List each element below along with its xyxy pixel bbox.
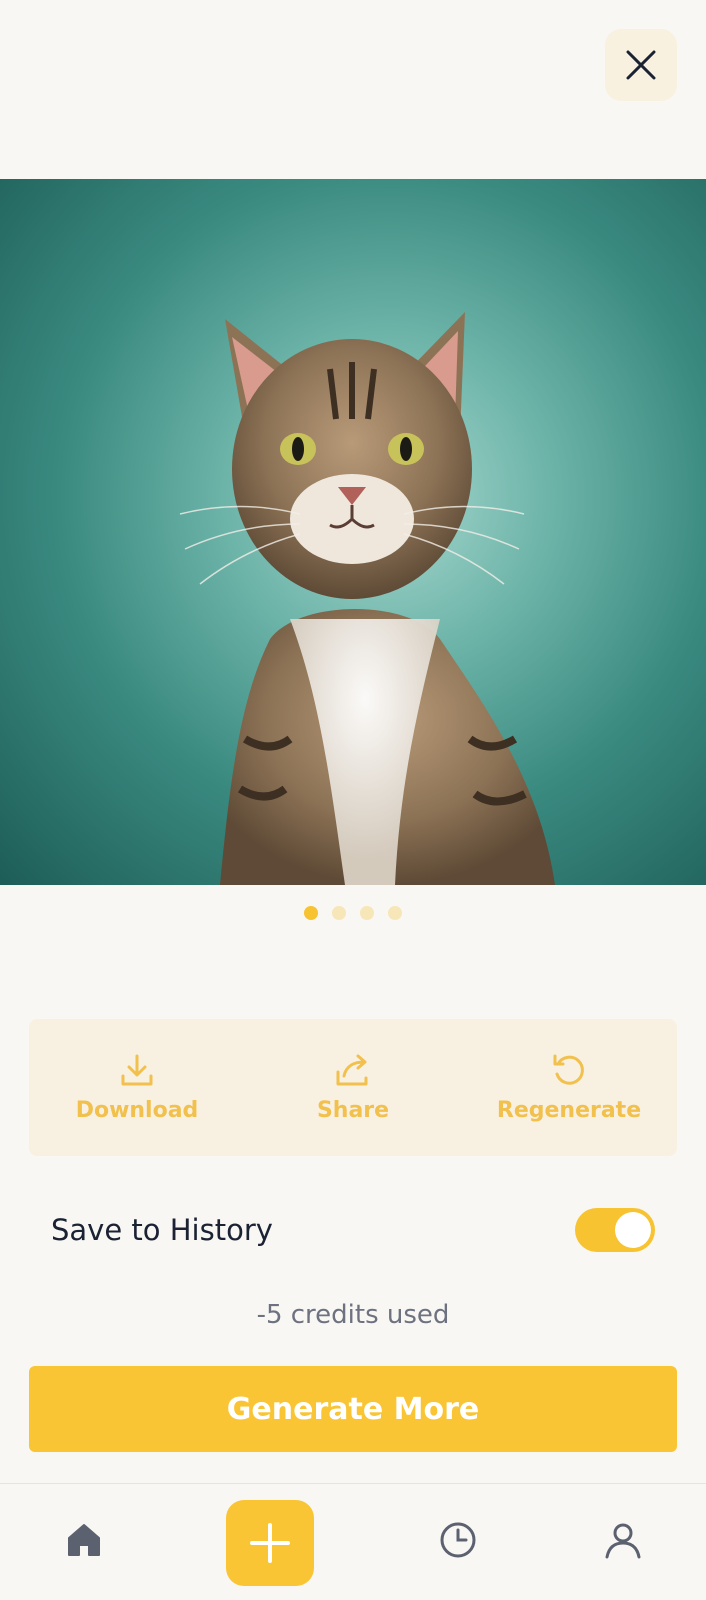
save-history-toggle[interactable]	[575, 1208, 655, 1252]
close-button[interactable]	[605, 29, 677, 101]
plus-icon	[250, 1523, 290, 1563]
regenerate-button[interactable]: Regenerate	[461, 1052, 677, 1123]
action-panel: Download Share Regenerate	[29, 1019, 677, 1156]
regenerate-icon	[553, 1054, 584, 1085]
page-dot[interactable]	[360, 906, 374, 920]
page-dot[interactable]	[332, 906, 346, 920]
clock-icon	[440, 1522, 476, 1558]
generated-image[interactable]	[0, 179, 706, 885]
result-screen: Download Share Regenerate Save to Histor…	[0, 0, 706, 1600]
cat-illustration	[179, 312, 555, 885]
page-dot[interactable]	[388, 906, 402, 920]
close-icon	[626, 50, 656, 80]
download-button[interactable]: Download	[29, 1052, 245, 1123]
home-icon	[68, 1524, 100, 1556]
download-label: Download	[75, 1098, 199, 1123]
generate-more-button[interactable]: Generate More	[29, 1366, 677, 1452]
toggle-knob	[615, 1212, 651, 1248]
nav-add-button[interactable]	[226, 1500, 314, 1586]
nav-history[interactable]	[432, 1514, 484, 1566]
regenerate-label: Regenerate	[496, 1098, 642, 1123]
save-history-label: Save to History	[51, 1213, 273, 1247]
nav-home[interactable]	[58, 1514, 110, 1566]
share-icon	[336, 1054, 368, 1086]
share-label: Share	[316, 1098, 390, 1123]
bottom-nav	[0, 1483, 706, 1600]
page-dot-active[interactable]	[304, 906, 318, 920]
pagination-dots	[0, 906, 706, 920]
nav-profile[interactable]	[597, 1514, 649, 1566]
save-history-row: Save to History	[51, 1206, 655, 1254]
credits-used: -5 credits used	[256, 1300, 450, 1330]
user-icon	[605, 1523, 641, 1559]
download-icon	[121, 1054, 153, 1086]
share-button[interactable]: Share	[245, 1052, 461, 1123]
